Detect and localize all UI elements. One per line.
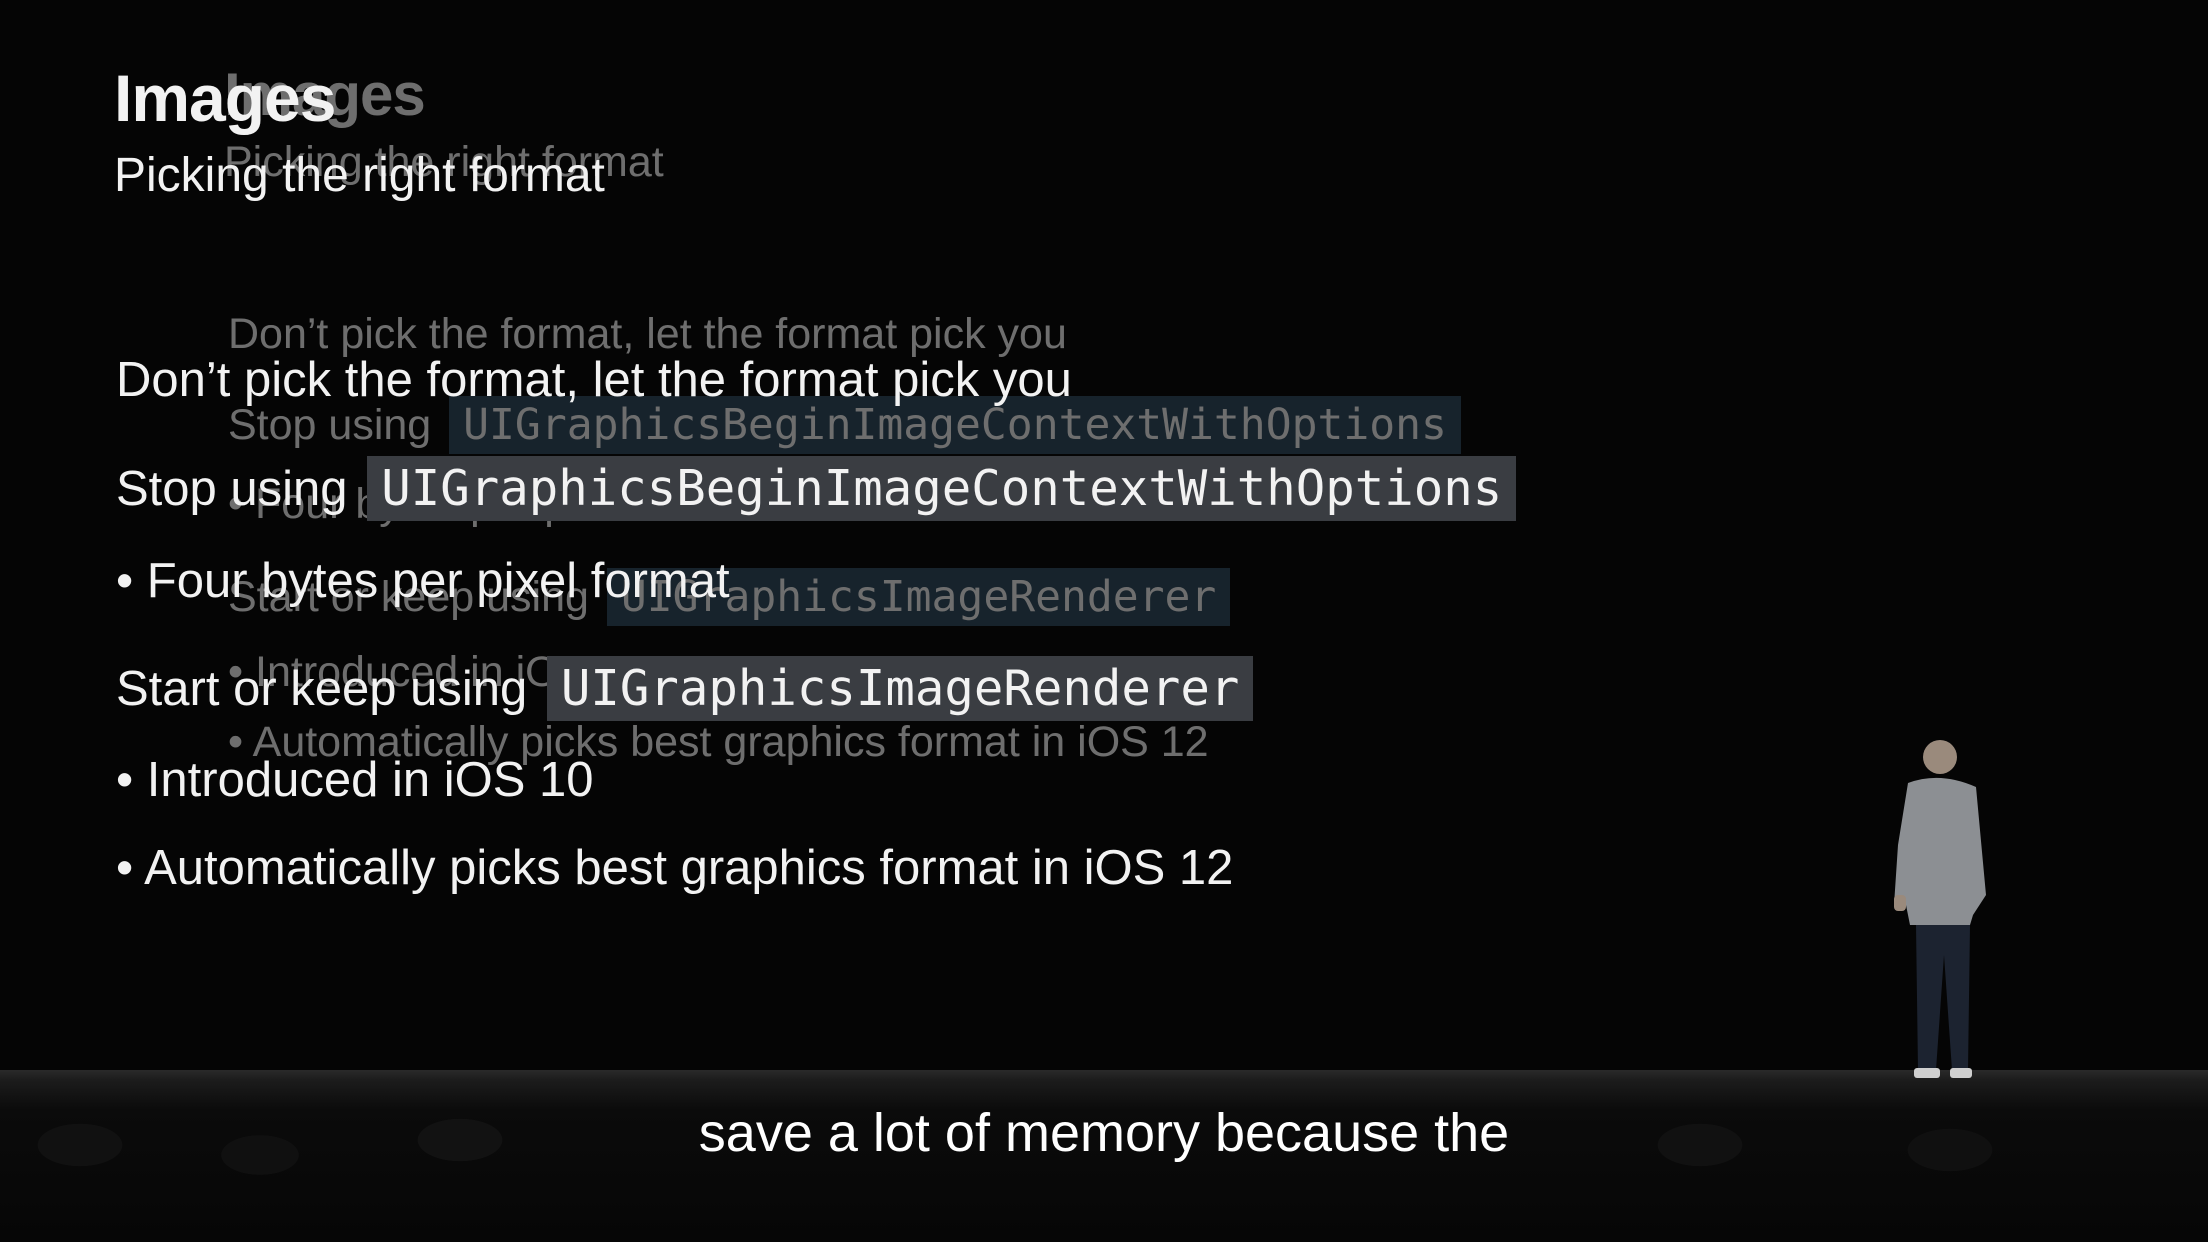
slide-subtitle: Picking the right format bbox=[114, 149, 605, 202]
slide-line-3: Start or keep using UIGraphicsImageRende… bbox=[116, 656, 1254, 721]
slide-bullet-1: Four bytes per pixel format bbox=[116, 553, 730, 609]
code-image-renderer: UIGraphicsImageRenderer bbox=[546, 656, 1254, 721]
slide-line-1: Don’t pick the format, let the format pi… bbox=[116, 353, 1072, 407]
slide-bullet-3: Automatically picks best graphics format… bbox=[116, 840, 1233, 896]
slide-line-2: Stop using UIGraphicsBeginImageContextWi… bbox=[116, 456, 1517, 521]
presenter-figure bbox=[1894, 740, 1986, 1078]
slide-bullet-2: Introduced in iOS 10 bbox=[116, 752, 594, 808]
code-begin-image-context: UIGraphicsBeginImageContextWithOptions bbox=[367, 456, 1517, 521]
subtitle-caption: save a lot of memory because the bbox=[698, 1103, 1510, 1163]
slide-title: Images bbox=[114, 61, 336, 135]
